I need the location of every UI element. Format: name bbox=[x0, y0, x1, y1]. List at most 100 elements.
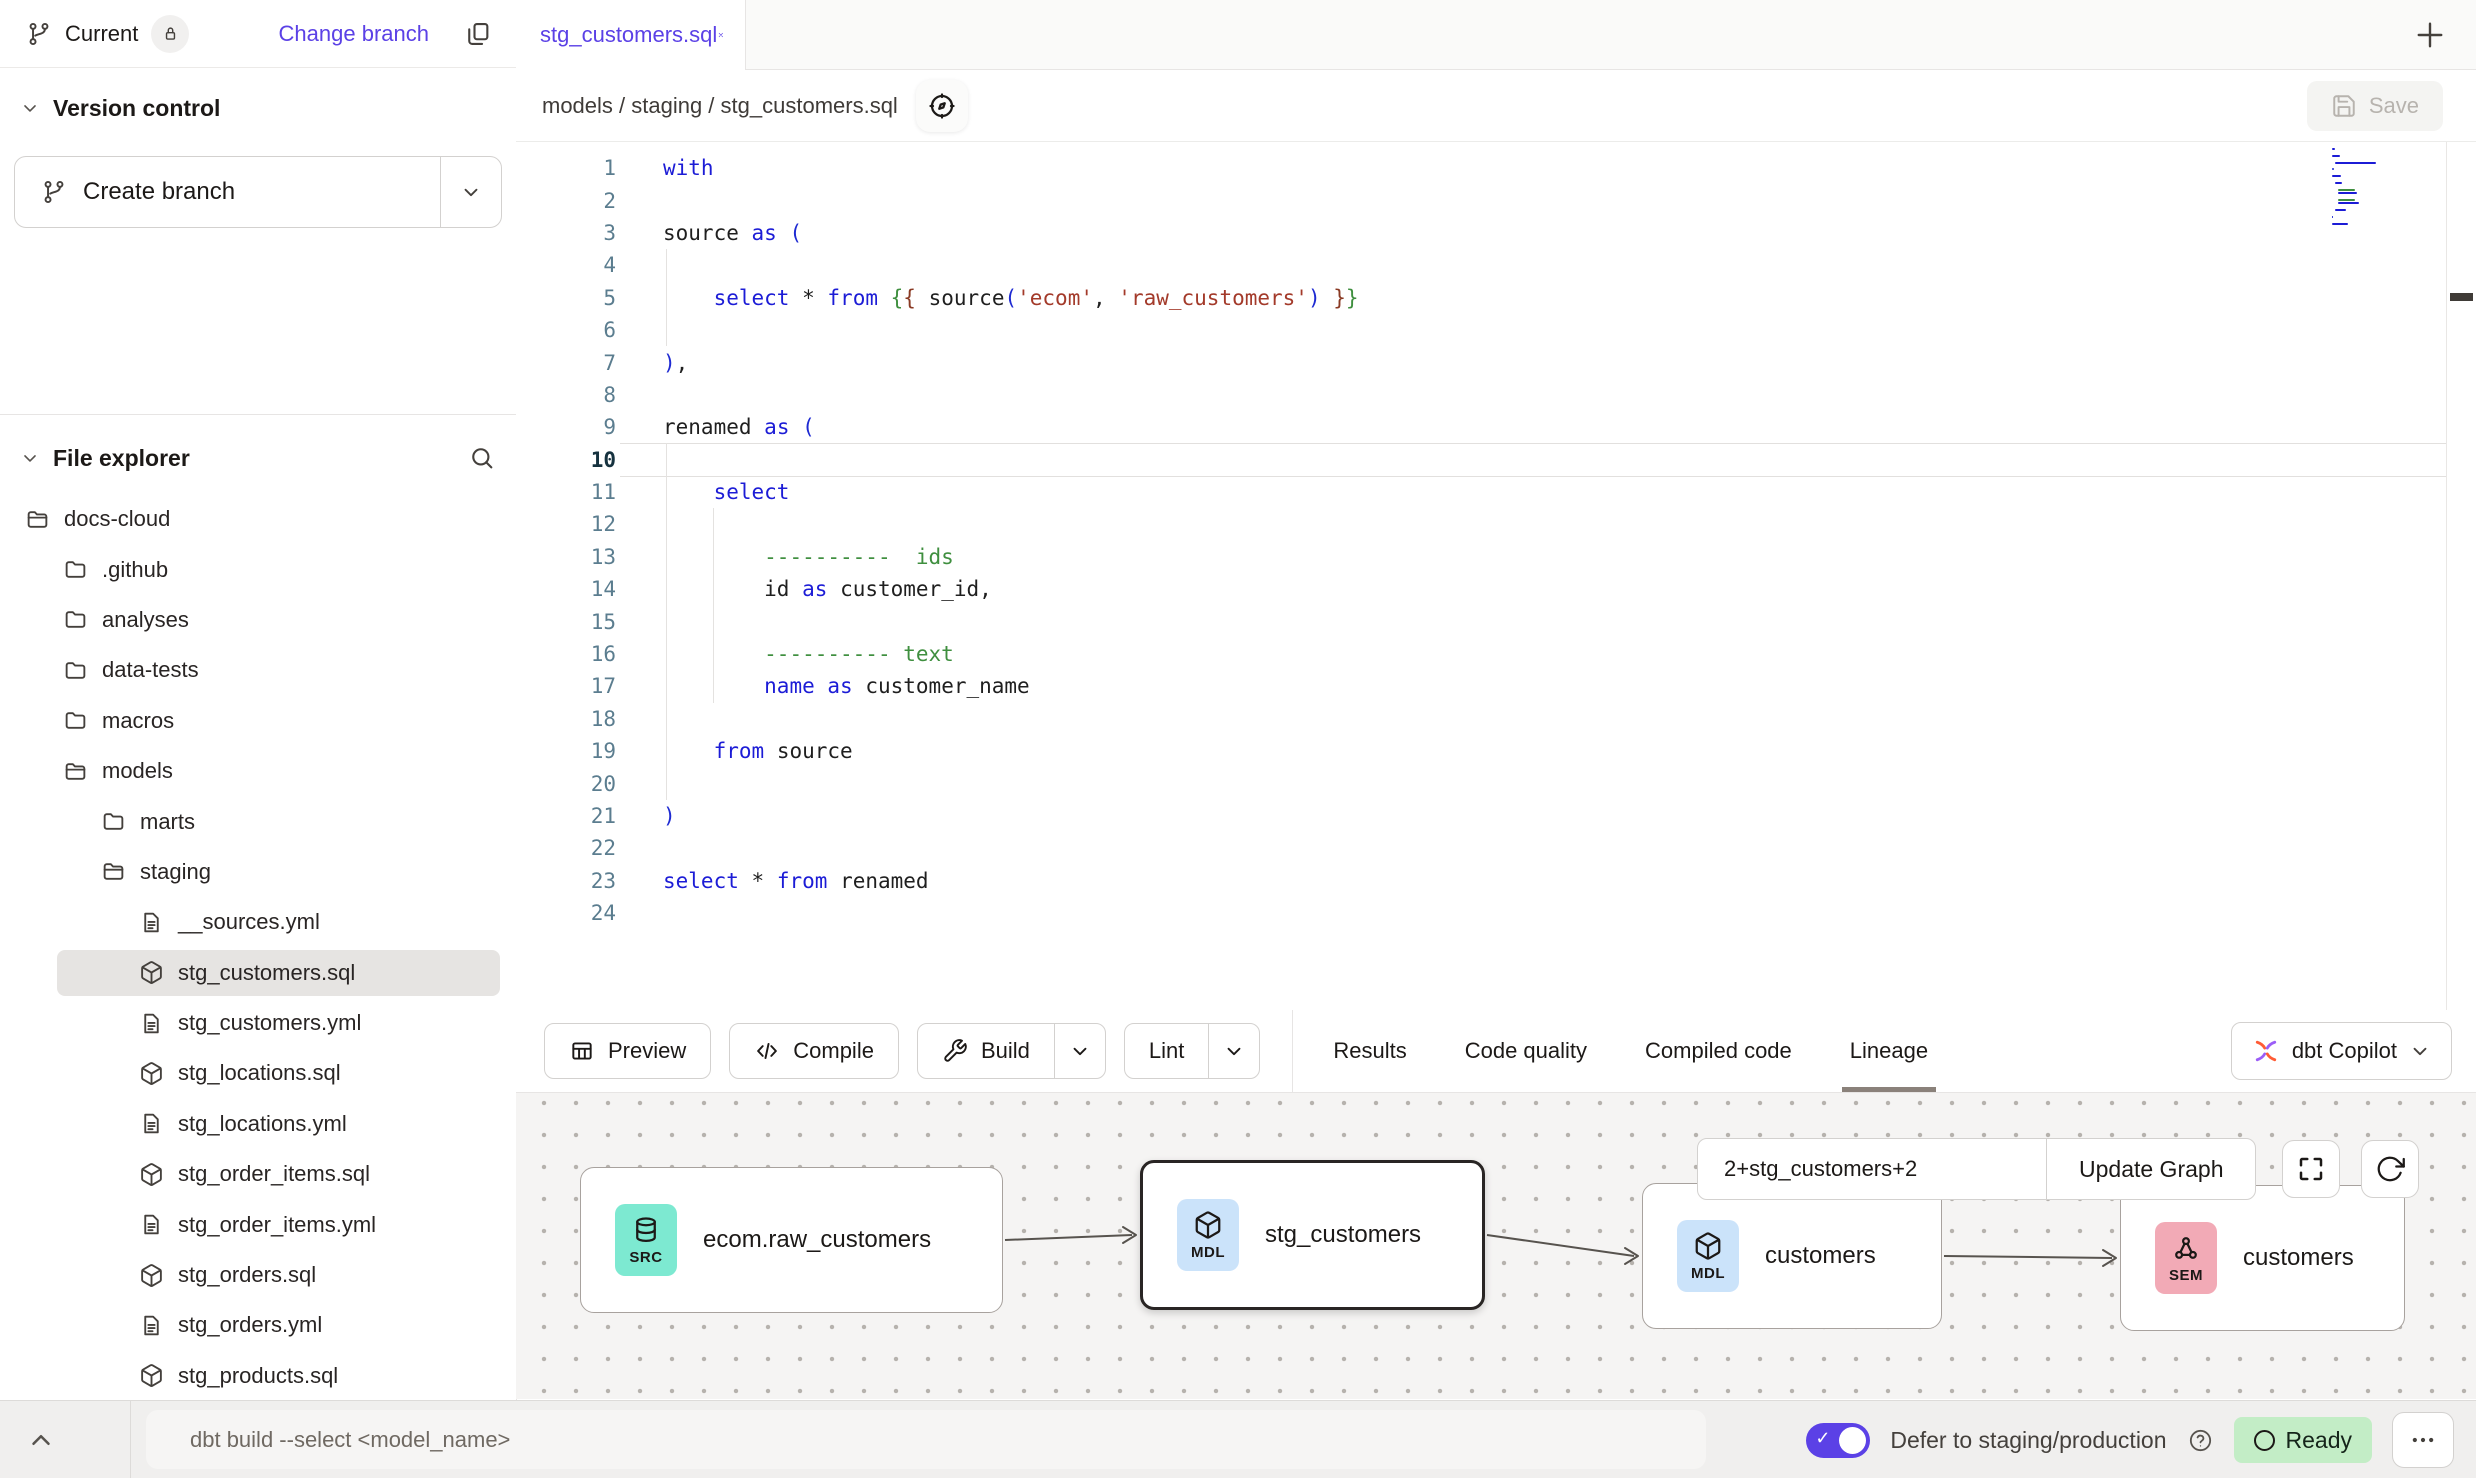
save-label: Save bbox=[2369, 93, 2419, 119]
dbt-copilot-button[interactable]: dbt Copilot bbox=[2231, 1022, 2452, 1080]
save-button[interactable]: Save bbox=[2307, 81, 2443, 131]
code-line-2[interactable]: 2 bbox=[516, 184, 2476, 216]
lineage-node-src-ecom-raw-customers[interactable]: SRCecom.raw_customers bbox=[580, 1167, 1003, 1313]
line-number: 12 bbox=[516, 512, 616, 536]
file-icon bbox=[139, 1212, 164, 1237]
command-input[interactable]: dbt build --select <model_name> bbox=[146, 1410, 1706, 1469]
code-line-15[interactable]: 15 bbox=[516, 605, 2476, 637]
tree-item-staging[interactable]: staging bbox=[0, 847, 516, 897]
code-line-11[interactable]: 11 select bbox=[516, 476, 2476, 508]
lineage-filter-input[interactable]: 2+stg_customers+2 bbox=[1698, 1139, 2046, 1199]
lint-dropdown[interactable] bbox=[1209, 1024, 1259, 1078]
tree-item-stg-customers-yml[interactable]: stg_customers.yml bbox=[0, 998, 516, 1048]
more-menu-button[interactable] bbox=[2392, 1412, 2454, 1468]
version-control-header[interactable]: Version control bbox=[0, 86, 516, 130]
defer-label: Defer to staging/production bbox=[1890, 1427, 2166, 1454]
tree-item-models[interactable]: models bbox=[0, 746, 516, 796]
tree-item-docs-cloud[interactable]: docs-cloud bbox=[0, 494, 516, 544]
tree-item-github[interactable]: .github bbox=[0, 544, 516, 594]
fullscreen-button[interactable] bbox=[2282, 1140, 2340, 1198]
tab-code-quality[interactable]: Code quality bbox=[1465, 1010, 1587, 1092]
code-line-10[interactable]: 10 bbox=[516, 444, 2476, 476]
minimap[interactable] bbox=[2332, 148, 2390, 229]
chevron-up-icon[interactable] bbox=[26, 1425, 56, 1455]
lint-button[interactable]: Lint bbox=[1124, 1023, 1260, 1079]
tree-item-macros[interactable]: macros bbox=[0, 696, 516, 746]
code-line-17[interactable]: 17 name as customer_name bbox=[516, 670, 2476, 702]
create-branch-dropdown[interactable] bbox=[441, 181, 501, 203]
code-line-12[interactable]: 12 bbox=[516, 508, 2476, 540]
tree-item-data-tests[interactable]: data-tests bbox=[0, 645, 516, 695]
build-dropdown[interactable] bbox=[1055, 1024, 1105, 1078]
tree-item-sources-yml[interactable]: __sources.yml bbox=[0, 897, 516, 947]
code-line-6[interactable]: 6 bbox=[516, 314, 2476, 346]
code-line-23[interactable]: 23select * from renamed bbox=[516, 865, 2476, 897]
code-line-7[interactable]: 7), bbox=[516, 346, 2476, 378]
tree-item-stg-order-items-sql[interactable]: stg_order_items.sql bbox=[0, 1149, 516, 1199]
lint-label: Lint bbox=[1149, 1038, 1184, 1064]
code-line-24[interactable]: 24 bbox=[516, 897, 2476, 929]
minimap-line bbox=[2332, 223, 2348, 225]
code-line-9[interactable]: 9renamed as ( bbox=[516, 411, 2476, 443]
line-number: 16 bbox=[516, 642, 616, 666]
file-explorer-header[interactable]: File explorer bbox=[0, 428, 516, 488]
search-icon[interactable] bbox=[468, 444, 496, 472]
tree-item-stg-orders-yml[interactable]: stg_orders.yml bbox=[0, 1300, 516, 1350]
tree-item-analyses[interactable]: analyses bbox=[0, 595, 516, 645]
tree-item-stg-products-sql[interactable]: stg_products.sql bbox=[0, 1351, 516, 1400]
node-type-label: MDL bbox=[1191, 1244, 1225, 1261]
tab-compiled-code[interactable]: Compiled code bbox=[1645, 1010, 1792, 1092]
lineage-node-mdl-customers[interactable]: MDLcustomers bbox=[1642, 1183, 1942, 1329]
git-branch-icon bbox=[26, 21, 52, 47]
plus-icon[interactable] bbox=[2412, 17, 2448, 53]
lineage-panel[interactable]: 2+stg_customers+2 Update Graph SRCecom.r… bbox=[516, 1093, 2476, 1399]
line-number: 13 bbox=[516, 545, 616, 569]
tab-lineage[interactable]: Lineage bbox=[1850, 1010, 1928, 1092]
help-icon[interactable] bbox=[2187, 1427, 2214, 1454]
create-branch-button[interactable]: Create branch bbox=[14, 156, 502, 228]
code-line-22[interactable]: 22 bbox=[516, 832, 2476, 864]
tree-item-stg-orders-sql[interactable]: stg_orders.sql bbox=[0, 1250, 516, 1300]
line-content: select * from {{ source('ecom', 'raw_cus… bbox=[616, 286, 1359, 310]
tree-item-stg-customers-sql[interactable]: stg_customers.sql bbox=[0, 948, 516, 998]
lineage-node-mdl-stg-customers[interactable]: MDLstg_customers bbox=[1140, 1160, 1485, 1310]
code-line-13[interactable]: 13 ---------- ids bbox=[516, 541, 2476, 573]
code-editor[interactable]: 1with23source as (45 select * from {{ so… bbox=[516, 142, 2476, 1010]
line-number: 7 bbox=[516, 351, 616, 375]
scrollbar-thumb[interactable] bbox=[2450, 293, 2473, 301]
compile-button[interactable]: Compile bbox=[729, 1023, 899, 1079]
tree-item-marts[interactable]: marts bbox=[0, 796, 516, 846]
copy-icon[interactable] bbox=[464, 20, 492, 48]
node-name: customers bbox=[1765, 1242, 1876, 1270]
code-line-21[interactable]: 21) bbox=[516, 800, 2476, 832]
update-graph-button[interactable]: Update Graph bbox=[2047, 1139, 2255, 1199]
lineage-node-sem-customers[interactable]: SEMcustomers bbox=[2120, 1185, 2405, 1331]
code-line-16[interactable]: 16 ---------- text bbox=[516, 638, 2476, 670]
close-icon[interactable] bbox=[717, 24, 725, 46]
cube-icon bbox=[1193, 1210, 1223, 1240]
tab-results[interactable]: Results bbox=[1333, 1010, 1406, 1092]
code-line-20[interactable]: 20 bbox=[516, 767, 2476, 799]
preview-button[interactable]: Preview bbox=[544, 1023, 711, 1079]
tree-item-label: .github bbox=[102, 557, 168, 583]
code-line-3[interactable]: 3source as ( bbox=[516, 217, 2476, 249]
tree-item-stg-locations-yml[interactable]: stg_locations.yml bbox=[0, 1099, 516, 1149]
open-in-explore-button[interactable] bbox=[916, 80, 968, 132]
code-line-14[interactable]: 14 id as customer_id, bbox=[516, 573, 2476, 605]
version-control-label: Version control bbox=[53, 95, 220, 122]
code-line-1[interactable]: 1with bbox=[516, 152, 2476, 184]
code-line-18[interactable]: 18 bbox=[516, 703, 2476, 735]
code-line-4[interactable]: 4 bbox=[516, 249, 2476, 281]
code-line-8[interactable]: 8 bbox=[516, 379, 2476, 411]
refresh-button[interactable] bbox=[2361, 1140, 2419, 1198]
code-line-19[interactable]: 19 from source bbox=[516, 735, 2476, 767]
tab-stg-customers-sql[interactable]: stg_customers.sql bbox=[516, 0, 746, 70]
change-branch-link[interactable]: Change branch bbox=[279, 21, 429, 47]
code-line-5[interactable]: 5 select * from {{ source('ecom', 'raw_c… bbox=[516, 282, 2476, 314]
tree-item-label: stg_locations.sql bbox=[178, 1060, 341, 1086]
defer-toggle[interactable]: ✓ bbox=[1806, 1423, 1870, 1458]
build-button[interactable]: Build bbox=[917, 1023, 1106, 1079]
tree-item-stg-locations-sql[interactable]: stg_locations.sql bbox=[0, 1048, 516, 1098]
editor-scrollbar[interactable] bbox=[2446, 142, 2476, 1010]
tree-item-stg-order-items-yml[interactable]: stg_order_items.yml bbox=[0, 1199, 516, 1249]
